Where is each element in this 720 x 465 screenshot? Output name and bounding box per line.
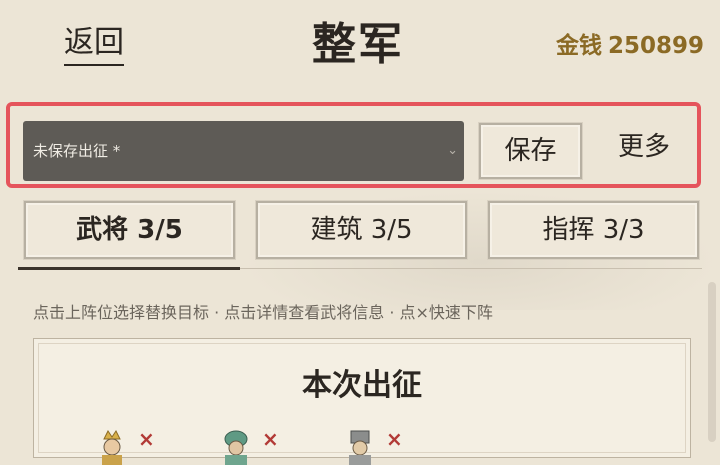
- general-slot-3[interactable]: ×: [340, 425, 403, 465]
- active-tab-indicator: [18, 267, 240, 270]
- gold-counter: 金钱 250899: [556, 32, 704, 60]
- general-slot-2[interactable]: ×: [216, 425, 279, 465]
- general-slot-1[interactable]: ×: [92, 425, 155, 465]
- panel-title: 本次出征: [302, 368, 422, 403]
- formation-plan-select[interactable]: 未保存出征 * ⌄: [23, 121, 464, 181]
- general-avatar-green-helmet: [224, 430, 248, 465]
- plan-select-value: 未保存出征 *: [33, 142, 121, 160]
- gold-label: 金钱: [555, 33, 602, 59]
- page-title: 整军: [312, 19, 404, 70]
- gold-amount: 250899: [607, 33, 704, 59]
- expedition-panel: 本次出征 × × ×: [33, 338, 691, 465]
- save-button[interactable]: 保存: [479, 123, 582, 179]
- tab-divider: [240, 268, 702, 269]
- tab-buildings[interactable]: 建筑 3/5: [256, 201, 467, 259]
- remove-general-button[interactable]: ×: [262, 429, 279, 449]
- more-button[interactable]: 更多: [618, 130, 670, 164]
- general-avatar-gray-hat: [349, 430, 371, 465]
- back-button[interactable]: 返回: [64, 26, 124, 66]
- tab-command[interactable]: 指挥 3/3: [488, 201, 699, 259]
- chevron-down-icon: ⌄: [447, 143, 458, 158]
- scrollbar[interactable]: [708, 282, 716, 442]
- remove-general-button[interactable]: ×: [138, 429, 155, 449]
- instruction-hint: 点击上阵位选择替换目标 · 点击详情查看武将信息 · 点×快速下阵: [33, 303, 493, 322]
- formation-toolbar: 未保存出征 * ⌄ 保存 更多: [6, 102, 701, 188]
- tab-generals[interactable]: 武将 3/5: [24, 201, 235, 259]
- remove-general-button[interactable]: ×: [386, 429, 403, 449]
- general-avatar-gold-crown: [102, 430, 122, 465]
